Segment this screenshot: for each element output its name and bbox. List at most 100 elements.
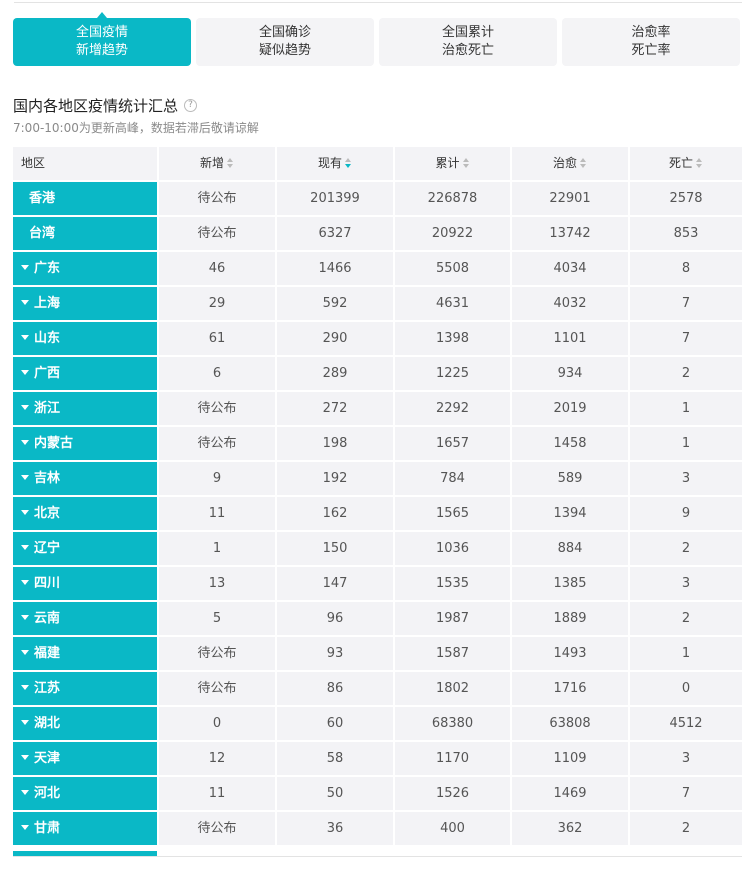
cell-current: 1466	[277, 252, 393, 285]
table-row: 上海 29 592 4631 4032 7	[13, 287, 742, 320]
cell-total: 1526	[395, 777, 510, 810]
tab-line2: 死亡率	[631, 43, 671, 58]
cell-cured: 63808	[512, 707, 628, 740]
region-cell[interactable]: 北京	[13, 497, 157, 530]
table-row: 四川 13 147 1535 1385 3	[13, 567, 742, 600]
cell-current: 58	[277, 742, 393, 775]
active-tab-caret-icon	[97, 12, 107, 18]
tab-line1: 全国疫情	[75, 25, 128, 40]
cell-total: 1170	[395, 742, 510, 775]
expand-arrow-icon	[21, 615, 29, 620]
region-name: 香港	[29, 191, 56, 206]
region-cell[interactable]: 湖北	[13, 707, 157, 740]
region-cell[interactable]: 广西	[13, 357, 157, 390]
region-name: 浙江	[34, 401, 61, 416]
cell-total: 1535	[395, 567, 510, 600]
cell-deaths: 1	[630, 392, 742, 425]
region-cell[interactable]: 山东	[13, 322, 157, 355]
cell-total: 1587	[395, 637, 510, 670]
region-cell[interactable]: 江苏	[13, 672, 157, 705]
cell-deaths: 9	[630, 497, 742, 530]
section-heading: 国内各地区疫情统计汇总 ?	[13, 95, 198, 116]
region-name: 福建	[34, 646, 61, 661]
tab-line2: 新增趋势	[75, 43, 128, 58]
region-cell[interactable]: 吉林	[13, 462, 157, 495]
cell-new: 11	[159, 777, 275, 810]
region-name: 四川	[34, 576, 61, 591]
cell-cured: 1716	[512, 672, 628, 705]
cell-deaths: 2578	[630, 182, 742, 215]
cell-cured: 1458	[512, 427, 628, 460]
expand-arrow-icon	[21, 405, 29, 410]
region-cell[interactable]: 浙江	[13, 392, 157, 425]
table-row: 山东 61 290 1398 1101 7	[13, 322, 742, 355]
cell-new: 29	[159, 287, 275, 320]
cell-new: 待公布	[159, 427, 275, 460]
cell-cured: 4034	[512, 252, 628, 285]
tab-cure-death-rate[interactable]: 治愈率 死亡率	[562, 18, 740, 66]
cell-total: 1036	[395, 532, 510, 565]
cell-current: 272	[277, 392, 393, 425]
region-cell[interactable]: 河北	[13, 777, 157, 810]
cell-new: 待公布	[159, 637, 275, 670]
region-name: 吉林	[34, 471, 61, 486]
cell-new: 9	[159, 462, 275, 495]
help-icon[interactable]: ?	[184, 99, 198, 112]
cell-new: 61	[159, 322, 275, 355]
header-total-sort[interactable]: 累计	[395, 147, 510, 180]
cell-current: 60	[277, 707, 393, 740]
region-cell[interactable]: 广东	[13, 252, 157, 285]
section-title-text: 国内各地区疫情统计汇总	[13, 97, 179, 115]
region-name: 台湾	[29, 226, 56, 241]
expand-arrow-icon	[21, 755, 29, 760]
region-name: 甘肃	[34, 821, 61, 836]
trend-tabs: 全国疫情 新增趋势 全国确诊 疑似趋势 全国累计 治愈死亡 治愈率 死亡率	[13, 12, 740, 66]
cell-total: 784	[395, 462, 510, 495]
table-row: 广西 6 289 1225 934 2	[13, 357, 742, 390]
region-cell[interactable]: 辽宁	[13, 532, 157, 565]
header-deaths-sort[interactable]: 死亡	[630, 147, 742, 180]
region-cell[interactable]: 四川	[13, 567, 157, 600]
region-cell[interactable]: 内蒙古	[13, 427, 157, 460]
table-row: 北京 11 162 1565 1394 9	[13, 497, 742, 530]
region-stats-table: 地区 新增 现有 累计 治愈 死亡 香港 待公布 201399 226878 22901…	[13, 147, 742, 847]
region-name: 上海	[34, 296, 61, 311]
tab-confirmed-suspected-trend[interactable]: 全国确诊 疑似趋势	[196, 18, 374, 66]
expand-arrow-icon	[21, 545, 29, 550]
region-cell[interactable]: 云南	[13, 602, 157, 635]
cell-total: 68380	[395, 707, 510, 740]
cell-current: 290	[277, 322, 393, 355]
cell-new: 待公布	[159, 392, 275, 425]
expand-arrow-icon	[21, 790, 29, 795]
cell-current: 192	[277, 462, 393, 495]
top-divider	[14, 2, 742, 3]
table-row: 浙江 待公布 272 2292 2019 1	[13, 392, 742, 425]
region-cell[interactable]: 福建	[13, 637, 157, 670]
region-cell[interactable]: 天津	[13, 742, 157, 775]
cell-current: 36	[277, 812, 393, 845]
header-new-sort[interactable]: 新增	[159, 147, 275, 180]
header-cured-label: 治愈	[552, 156, 577, 170]
cell-deaths: 2	[630, 812, 742, 845]
region-cell[interactable]: 甘肃	[13, 812, 157, 845]
table-row: 河北 11 50 1526 1469 7	[13, 777, 742, 810]
expand-arrow-icon	[21, 825, 29, 830]
region-cell: 香港	[13, 182, 157, 215]
tab-line1: 全国累计	[441, 25, 494, 40]
tab-new-trend[interactable]: 全国疫情 新增趋势	[13, 12, 191, 66]
table-row: 台湾 待公布 6327 20922 13742 853	[13, 217, 742, 250]
cell-total: 1802	[395, 672, 510, 705]
expand-arrow-icon	[21, 650, 29, 655]
cell-new: 待公布	[159, 217, 275, 250]
region-cell[interactable]: 上海	[13, 287, 157, 320]
cell-new: 12	[159, 742, 275, 775]
cell-new: 0	[159, 707, 275, 740]
expand-arrow-icon	[21, 685, 29, 690]
header-current-sort[interactable]: 现有	[277, 147, 393, 180]
header-cured-sort[interactable]: 治愈	[512, 147, 628, 180]
header-total-label: 累计	[435, 156, 460, 170]
cell-current: 86	[277, 672, 393, 705]
expand-arrow-icon	[21, 370, 29, 375]
table-row: 广东 46 1466 5508 4034 8	[13, 252, 742, 285]
tab-cured-death-cumulative[interactable]: 全国累计 治愈死亡	[379, 18, 557, 66]
